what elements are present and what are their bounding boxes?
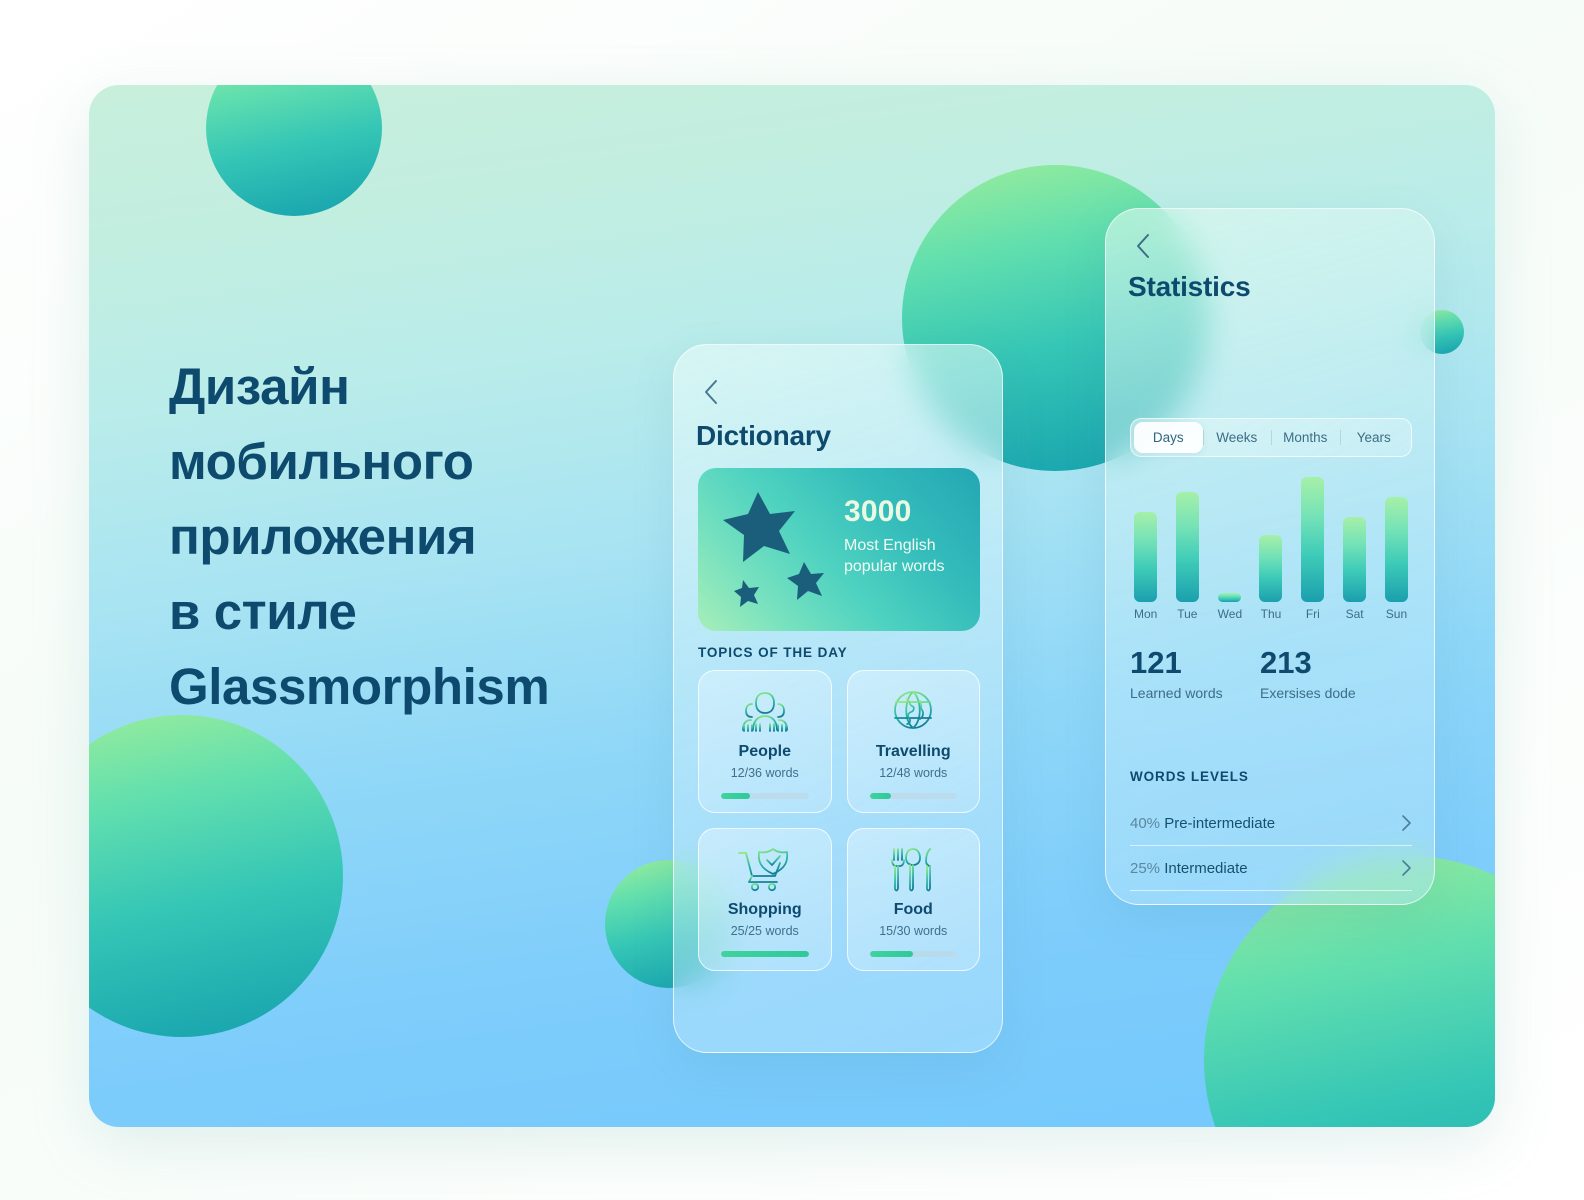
- topic-count: 25/25 words: [730, 924, 799, 938]
- stat-value: 121: [1130, 645, 1182, 680]
- headline-line-4: в стиле: [169, 582, 357, 640]
- topic-count: 15/30 words: [879, 924, 948, 938]
- promo-word-count: 3000: [844, 495, 912, 528]
- level-percent: 25%: [1130, 859, 1161, 877]
- chart-bar: [1134, 512, 1157, 602]
- level-row-upper-intermediate[interactable]: 12% Upper-intermediate: [1130, 891, 1412, 904]
- chart-bar: [1343, 517, 1367, 602]
- chart-x-label: Sun: [1385, 607, 1408, 621]
- chart-bars: [1130, 477, 1412, 602]
- topic-progress-fill: [721, 951, 809, 957]
- topic-tile-travelling[interactable]: Travelling 12/48 words: [846, 670, 980, 813]
- stat-exercises-done: 213 Exersises dode: [1260, 645, 1390, 701]
- level-label: 25% Intermediate: [1130, 860, 1248, 877]
- cart-shield-icon: [737, 845, 793, 895]
- topic-count: 12/48 words: [879, 766, 948, 780]
- headline-line-1: Дизайн: [169, 358, 350, 415]
- chart-x-label: Sat: [1345, 607, 1364, 621]
- chart-x-label: Wed: [1217, 607, 1243, 621]
- level-row-pre-intermediate[interactable]: 40% Pre-intermediate: [1130, 801, 1412, 846]
- level-name: Pre-intermediate: [1164, 814, 1276, 832]
- words-levels-heading: WORDS LEVELS: [1130, 769, 1249, 784]
- dictionary-back-button[interactable]: [694, 375, 728, 409]
- topic-progress-fill: [721, 793, 750, 799]
- topics-section-label: TOPICS OF THE DAY: [698, 645, 848, 660]
- chevron-left-icon: [703, 379, 719, 405]
- topics-grid: People 12/36 words Travelling 12/48 word…: [698, 670, 980, 971]
- chart-x-label: Mon: [1134, 607, 1158, 621]
- headline-line-2: мобильного: [169, 432, 474, 490]
- headline-line-3: приложения: [169, 507, 477, 565]
- topic-tile-people[interactable]: People 12/36 words: [698, 670, 832, 813]
- globe-icon: [889, 687, 937, 737]
- level-name: Intermediate: [1164, 859, 1248, 877]
- weekly-activity-chart: Mon Tue Wed Thu Fri Sat Sun: [1130, 477, 1412, 629]
- topic-name: People: [738, 743, 791, 760]
- stat-learned-words: 121 Learned words: [1130, 645, 1260, 701]
- decorative-circle-bottom-left: [89, 715, 343, 1037]
- chart-bar-column: [1175, 477, 1199, 602]
- cutlery-icon: [889, 845, 937, 895]
- promo-subtitle-line-2: popular words: [844, 557, 945, 575]
- statistics-screen-panel: Statistics Days Weeks Months Years Mon Tu…: [1105, 208, 1435, 905]
- topic-progress-bar: [721, 951, 809, 957]
- period-tab-weeks[interactable]: Weeks: [1202, 422, 1272, 453]
- chart-bar-column: [1134, 477, 1157, 602]
- topic-progress-bar: [721, 793, 809, 799]
- summary-stats: 121 Learned words 213 Exersises dode: [1130, 645, 1412, 701]
- chart-bar: [1259, 534, 1283, 602]
- hero-headline: Дизайн мобильного приложения в стиле Gla…: [169, 350, 729, 725]
- chart-x-label: Tue: [1177, 607, 1198, 621]
- chevron-right-icon: [1401, 814, 1412, 832]
- topic-progress-bar: [869, 793, 957, 799]
- dictionary-screen-panel: Dictionary 3000 Most English popular wor…: [673, 344, 1003, 1053]
- stat-caption: Learned words: [1130, 684, 1223, 701]
- words-levels-section: WORDS LEVELS 40% Pre-intermediate 25% In…: [1130, 769, 1412, 904]
- stat-caption: Exersises dode: [1260, 684, 1356, 701]
- promo-card-3000-words[interactable]: 3000 Most English popular words: [698, 468, 980, 631]
- people-icon: [738, 687, 792, 737]
- headline-line-5: Glassmorphism: [169, 657, 550, 715]
- chart-bar-column: [1217, 477, 1241, 602]
- topic-name: Travelling: [875, 743, 951, 760]
- statistics-page-title: Statistics: [1128, 271, 1251, 302]
- hero-canvas: Дизайн мобильного приложения в стиле Gla…: [89, 85, 1495, 1127]
- decorative-circle-top-left: [206, 85, 382, 216]
- dictionary-page-title: Dictionary: [696, 420, 831, 451]
- statistics-back-button[interactable]: [1126, 229, 1160, 263]
- period-tab-years[interactable]: Years: [1339, 422, 1409, 453]
- chart-bar: [1175, 492, 1199, 602]
- chart-bar-column: [1343, 477, 1367, 602]
- chevron-right-icon: [1401, 859, 1412, 877]
- chart-bar-column: [1259, 477, 1283, 602]
- period-tab-months[interactable]: Months: [1271, 422, 1340, 453]
- level-row-intermediate[interactable]: 25% Intermediate: [1130, 846, 1412, 891]
- topic-name: Shopping: [727, 901, 802, 918]
- topic-tile-shopping[interactable]: Shopping 25/25 words: [698, 828, 832, 971]
- period-segmented-control: Days Weeks Months Years: [1130, 418, 1412, 457]
- chart-bar: [1301, 477, 1325, 602]
- chart-x-label: Fri: [1305, 607, 1320, 621]
- chevron-left-icon: [1135, 233, 1151, 259]
- chart-bar-column: [1301, 477, 1325, 602]
- level-percent: 40%: [1130, 814, 1161, 832]
- chart-x-axis-labels: Mon Tue Wed Thu Fri Sat Sun: [1130, 607, 1412, 621]
- chart-bar: [1384, 497, 1408, 602]
- chart-bar-column: [1384, 477, 1408, 602]
- level-label: 40% Pre-intermediate: [1130, 815, 1275, 832]
- topic-count: 12/36 words: [730, 766, 799, 780]
- topic-name: Food: [893, 901, 933, 918]
- period-tab-days[interactable]: Days: [1134, 422, 1203, 453]
- topic-progress-fill: [869, 793, 892, 799]
- stat-value: 213: [1260, 645, 1312, 680]
- promo-subtitle-line-1: Most English: [844, 536, 936, 554]
- topic-progress-bar: [869, 951, 957, 957]
- stars-icon: [712, 484, 832, 614]
- chart-x-label: Thu: [1260, 607, 1282, 621]
- topic-progress-fill: [869, 951, 914, 957]
- chart-bar: [1217, 593, 1241, 602]
- topic-tile-food[interactable]: Food 15/30 words: [846, 828, 980, 971]
